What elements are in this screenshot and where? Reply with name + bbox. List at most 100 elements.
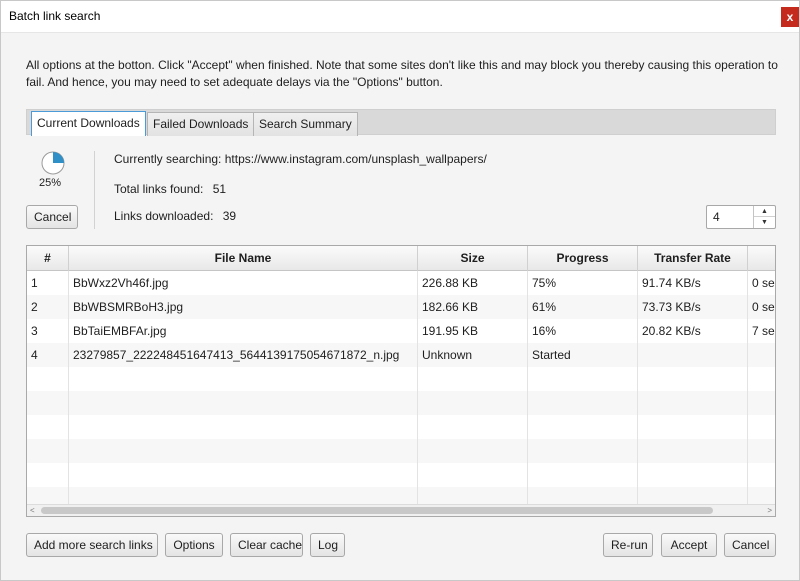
table-cell (638, 463, 748, 487)
table-row (27, 415, 775, 439)
table-cell (638, 367, 748, 391)
column-header-progress[interactable]: Progress (528, 246, 638, 271)
progress-percent: 25% (39, 177, 62, 189)
table-row (27, 367, 775, 391)
tab-failed-downloads[interactable]: Failed Downloads (147, 112, 255, 136)
column-header-time[interactable] (748, 246, 775, 271)
total-links-label: Total links found: (114, 182, 204, 196)
table-cell (748, 343, 775, 367)
batch-link-search-dialog: Batch link search x All options at the b… (0, 0, 800, 581)
searching-label: Currently searching: (114, 152, 222, 166)
table-cell (418, 463, 528, 487)
table-cell (638, 415, 748, 439)
window-title: Batch link search (9, 9, 101, 23)
table-cell (418, 439, 528, 463)
table-row[interactable]: 2 BbWBSMRBoH3.jpg 182.66 KB 61% 73.73 KB/s 0 … (27, 295, 775, 319)
add-more-search-links-button[interactable]: Add more search links (26, 533, 158, 557)
downloads-table: # File Name Size Progress Transfer Rate … (26, 245, 776, 517)
delay-spinner[interactable]: 4 ▲ ▼ (706, 205, 776, 229)
table-cell: 4 (27, 343, 69, 367)
table-cell (69, 367, 418, 391)
horizontal-scrollbar[interactable]: < > (27, 504, 775, 516)
table-cell: 16% (528, 319, 638, 343)
table-cell (638, 391, 748, 415)
table-cell (528, 463, 638, 487)
progress-pie-indicator (41, 151, 65, 175)
table-cell (27, 391, 69, 415)
clear-cache-button[interactable]: Clear cache (230, 533, 303, 557)
spinner-down-arrow-icon[interactable]: ▼ (754, 217, 775, 228)
options-button[interactable]: Options (165, 533, 223, 557)
column-header-size[interactable]: Size (418, 246, 528, 271)
column-header-number[interactable]: # (27, 246, 69, 271)
cancel-search-button[interactable]: Cancel (26, 205, 78, 229)
table-cell (638, 439, 748, 463)
table-row (27, 439, 775, 463)
table-cell (528, 391, 638, 415)
table-cell: 191.95 KB (418, 319, 528, 343)
info-text: All options at the botton. Click "Accept… (26, 58, 778, 89)
spinner-value[interactable]: 4 (713, 210, 720, 224)
cancel-button[interactable]: Cancel (724, 533, 776, 557)
table-cell: Unknown (418, 343, 528, 367)
table-cell: 61% (528, 295, 638, 319)
tab-current-downloads[interactable]: Current Downloads (31, 111, 146, 136)
spinner-up-arrow-icon[interactable]: ▲ (754, 206, 775, 217)
total-links-status: Total links found: 51 (114, 182, 226, 196)
table-cell (418, 367, 528, 391)
table-cell (27, 415, 69, 439)
table-cell: 23279857_222248451647413_564413917505467… (69, 343, 418, 367)
table-cell (418, 391, 528, 415)
searching-status: Currently searching: https://www.instagr… (114, 152, 487, 166)
table-cell (528, 415, 638, 439)
column-header-file-name[interactable]: File Name (69, 246, 418, 271)
separator (94, 151, 95, 229)
table-row[interactable]: 3 BbTaiEMBFAr.jpg 191.95 KB 16% 20.82 KB/s 7 … (27, 319, 775, 343)
table-cell: 7 sec (748, 319, 775, 343)
table-cell: 91.74 KB/s (638, 271, 748, 295)
table-row (27, 463, 775, 487)
table-cell: 0 sec (748, 271, 775, 295)
table-row[interactable]: 1 BbWxz2Vh46f.jpg 226.88 KB 75% 91.74 KB/s 0 … (27, 271, 775, 295)
links-downloaded-status: Links downloaded: 39 (114, 209, 236, 223)
table-cell (748, 391, 775, 415)
table-cell (27, 367, 69, 391)
scroll-right-arrow-icon[interactable]: > (767, 505, 772, 516)
rerun-button[interactable]: Re-run (603, 533, 653, 557)
searching-url: https://www.instagram.com/unsplash_wallp… (224, 152, 487, 166)
tab-search-summary[interactable]: Search Summary (253, 112, 358, 136)
table-cell (69, 463, 418, 487)
table-cell: BbWBSMRBoH3.jpg (69, 295, 418, 319)
table-cell: 1 (27, 271, 69, 295)
table-cell: 182.66 KB (418, 295, 528, 319)
table-cell: 75% (528, 271, 638, 295)
column-header-transfer-rate[interactable]: Transfer Rate (638, 246, 748, 271)
scroll-left-arrow-icon[interactable]: < (30, 505, 35, 516)
table-cell (638, 343, 748, 367)
table-cell (27, 439, 69, 463)
table-row[interactable]: 4 23279857_222248451647413_56441391750546… (27, 343, 775, 367)
table-cell: Started (528, 343, 638, 367)
table-cell (748, 367, 775, 391)
accept-button[interactable]: Accept (661, 533, 717, 557)
table-cell: 0 sec (748, 295, 775, 319)
log-button[interactable]: Log (310, 533, 345, 557)
table-cell (69, 439, 418, 463)
table-cell: BbTaiEMBFAr.jpg (69, 319, 418, 343)
close-button[interactable]: x (781, 7, 799, 27)
table-row (27, 391, 775, 415)
links-downloaded-value: 39 (222, 209, 237, 223)
links-downloaded-label: Links downloaded: (114, 209, 214, 223)
title-bar: Batch link search x (1, 1, 799, 33)
table-cell: 2 (27, 295, 69, 319)
total-links-value: 51 (212, 182, 227, 196)
table-cell: 226.88 KB (418, 271, 528, 295)
table-cell (748, 415, 775, 439)
table-header: # File Name Size Progress Transfer Rate (27, 246, 775, 271)
table-cell: 3 (27, 319, 69, 343)
table-cell: 20.82 KB/s (638, 319, 748, 343)
table-cell (528, 439, 638, 463)
tab-bar: Current Downloads Failed Downloads Searc… (26, 109, 776, 136)
scrollbar-thumb[interactable] (41, 507, 713, 514)
table-cell (748, 439, 775, 463)
